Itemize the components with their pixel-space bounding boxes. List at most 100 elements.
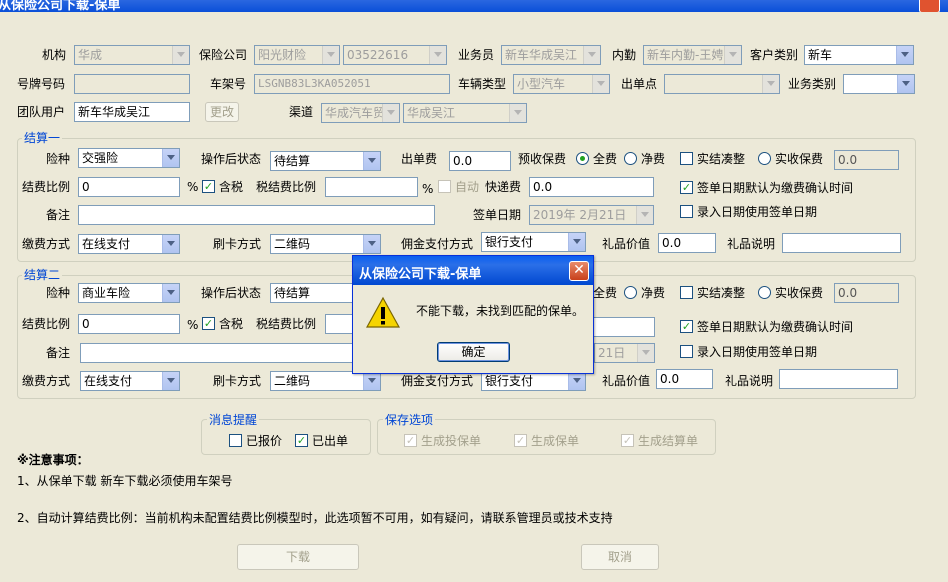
gen-settlement-checkbox[interactable]: ✓ — [621, 434, 634, 447]
insurer-select[interactable]: 阳光财险 — [254, 45, 340, 65]
org-select[interactable]: 华成 — [74, 45, 190, 65]
actual-premium-radio-1[interactable] — [758, 152, 771, 165]
express-input-2[interactable] — [590, 317, 655, 337]
ratio-input-1[interactable]: 0 — [78, 177, 180, 197]
auto-checkbox-1[interactable] — [438, 180, 451, 193]
chevron-down-icon — [724, 46, 741, 64]
tax-ratio-input-1[interactable] — [325, 177, 418, 197]
chevron-down-icon — [172, 46, 189, 64]
sign-default-checkbox-1[interactable]: ✓ — [680, 181, 693, 194]
channel-select-2[interactable]: 华成吴江 — [403, 103, 527, 123]
gift-value-input-1[interactable]: 0.0 — [658, 233, 716, 253]
full-fee-label-2: 全费 — [593, 286, 618, 300]
express-label-1: 快递费 — [485, 180, 522, 194]
sign-date-picker-2[interactable]: 21日 — [594, 343, 655, 363]
insurer-label: 保险公司 — [199, 48, 248, 62]
gen-quote-label: 生成投保单 — [421, 434, 482, 448]
cancel-button[interactable]: 取消 — [581, 544, 659, 570]
express-input-1[interactable]: 0.0 — [529, 177, 654, 197]
change-button[interactable]: 更改 — [205, 102, 239, 122]
commission-select-1[interactable]: 银行支付 — [481, 232, 586, 252]
net-fee-radio-1[interactable] — [624, 152, 637, 165]
remark-input-2[interactable] — [80, 343, 355, 363]
team-input[interactable]: 新车华成吴江 — [74, 102, 190, 122]
notes-line-2: 2、自动计算结费比例：当前机构未配置结费比例模型时，此选项暂不可用，如有疑问，请… — [17, 511, 613, 525]
gift-value-label-1: 礼品价值 — [602, 237, 651, 251]
quoted-checkbox[interactable] — [229, 434, 242, 447]
gift-value-input-2[interactable]: 0.0 — [656, 369, 713, 389]
chevron-down-icon — [568, 233, 585, 251]
commission-select-2[interactable]: 银行支付 — [481, 371, 586, 391]
full-fee-label-1: 全费 — [593, 152, 618, 166]
plate-label: 号牌号码 — [17, 77, 66, 91]
salesman-select[interactable]: 新车华成吴江 — [501, 45, 601, 65]
net-fee-label-2: 净费 — [641, 286, 666, 300]
download-button[interactable]: 下载 — [237, 544, 359, 570]
tax-ratio-input-2[interactable] — [325, 314, 355, 334]
actual-round-checkbox-1[interactable] — [680, 152, 693, 165]
sign-default-checkbox-2[interactable]: ✓ — [680, 320, 693, 333]
entry-date-checkbox-2[interactable] — [680, 345, 693, 358]
card-select-2[interactable]: 二维码 — [270, 371, 381, 391]
chevron-down-icon — [382, 104, 399, 122]
ok-button[interactable]: 确定 — [437, 342, 510, 362]
internal-select[interactable]: 新车内勤-王娉 — [643, 45, 742, 65]
channel-select-1[interactable]: 华成汽车贸 — [321, 103, 400, 123]
actual-premium-input-1[interactable]: 0.0 — [834, 150, 899, 170]
sign-default-label-1: 签单日期默认为缴费确认时间 — [697, 181, 854, 195]
gen-policy-checkbox[interactable]: ✓ — [514, 434, 527, 447]
chevron-down-icon — [636, 206, 653, 224]
issue-point-select[interactable] — [664, 74, 780, 94]
tax-ratio-label-1: 税结费比例 — [256, 180, 317, 194]
risk-select-1[interactable]: 交强险 — [78, 148, 180, 168]
fee-label-1: 出单费 — [401, 152, 438, 166]
chevron-down-icon — [592, 75, 609, 93]
actual-round-label-2: 实结凑整 — [697, 286, 746, 300]
fee-input-1[interactable]: 0.0 — [449, 151, 511, 171]
actual-premium-input-2[interactable]: 0.0 — [834, 283, 899, 303]
pay-select-1[interactable]: 在线支付 — [78, 234, 180, 254]
remark-input-1[interactable] — [78, 205, 435, 225]
entry-date-checkbox-1[interactable] — [680, 205, 693, 218]
gift-desc-input-2[interactable] — [779, 369, 898, 389]
vehicle-type-label: 车辆类型 — [458, 77, 507, 91]
customer-type-select[interactable]: 新车 — [804, 45, 914, 65]
net-fee-radio-2[interactable] — [624, 286, 637, 299]
vehicle-type-select[interactable]: 小型汽车 — [513, 74, 610, 94]
gen-quote-checkbox[interactable]: ✓ — [404, 434, 417, 447]
vin-input[interactable]: LSGNB83L3KA052051 — [254, 74, 450, 94]
entry-date-label-1: 录入日期使用签单日期 — [697, 205, 818, 219]
chevron-down-icon — [162, 284, 179, 302]
org-label: 机构 — [42, 48, 67, 62]
actual-premium-label-2: 实收保费 — [775, 286, 824, 300]
chevron-down-icon — [762, 75, 779, 93]
tax-included-checkbox-1[interactable]: ✓ — [202, 180, 215, 193]
tax-included-checkbox-2[interactable]: ✓ — [202, 317, 215, 330]
actual-round-checkbox-2[interactable] — [680, 286, 693, 299]
card-label-2: 刷卡方式 — [213, 374, 262, 388]
actual-premium-radio-2[interactable] — [758, 286, 771, 299]
sign-date-picker-1[interactable]: 2019年 2月21日 — [529, 205, 654, 225]
full-fee-radio-1[interactable] — [576, 152, 589, 165]
vin-label: 车架号 — [210, 77, 247, 91]
tax-ratio-label-2: 税结费比例 — [256, 317, 317, 331]
business-type-select[interactable] — [843, 74, 915, 94]
error-dialog: 从保险公司下载-保单 ✕ 不能下载，未找到匹配的保单。 确定 — [352, 255, 594, 374]
plate-input[interactable] — [74, 74, 190, 94]
dialog-close-button[interactable]: ✕ — [569, 261, 589, 281]
chevron-down-icon — [583, 46, 600, 64]
chevron-down-icon — [897, 75, 914, 93]
gift-desc-input-1[interactable] — [782, 233, 901, 253]
card-select-1[interactable]: 二维码 — [270, 234, 381, 254]
chevron-down-icon — [363, 152, 380, 170]
ratio-label-2: 结费比例 — [22, 317, 71, 331]
status-select-1[interactable]: 待结算 — [270, 151, 381, 171]
remark-label-1: 备注 — [46, 208, 71, 222]
pay-select-2[interactable]: 在线支付 — [80, 371, 180, 391]
issued-checkbox[interactable]: ✓ — [295, 434, 308, 447]
insurer-code-select[interactable]: 03522616 — [343, 45, 447, 65]
risk-select-2[interactable]: 商业车险 — [78, 283, 180, 303]
chevron-down-icon — [637, 344, 654, 362]
ratio-input-2[interactable]: 0 — [78, 314, 180, 334]
window-close-button[interactable] — [919, 0, 940, 12]
